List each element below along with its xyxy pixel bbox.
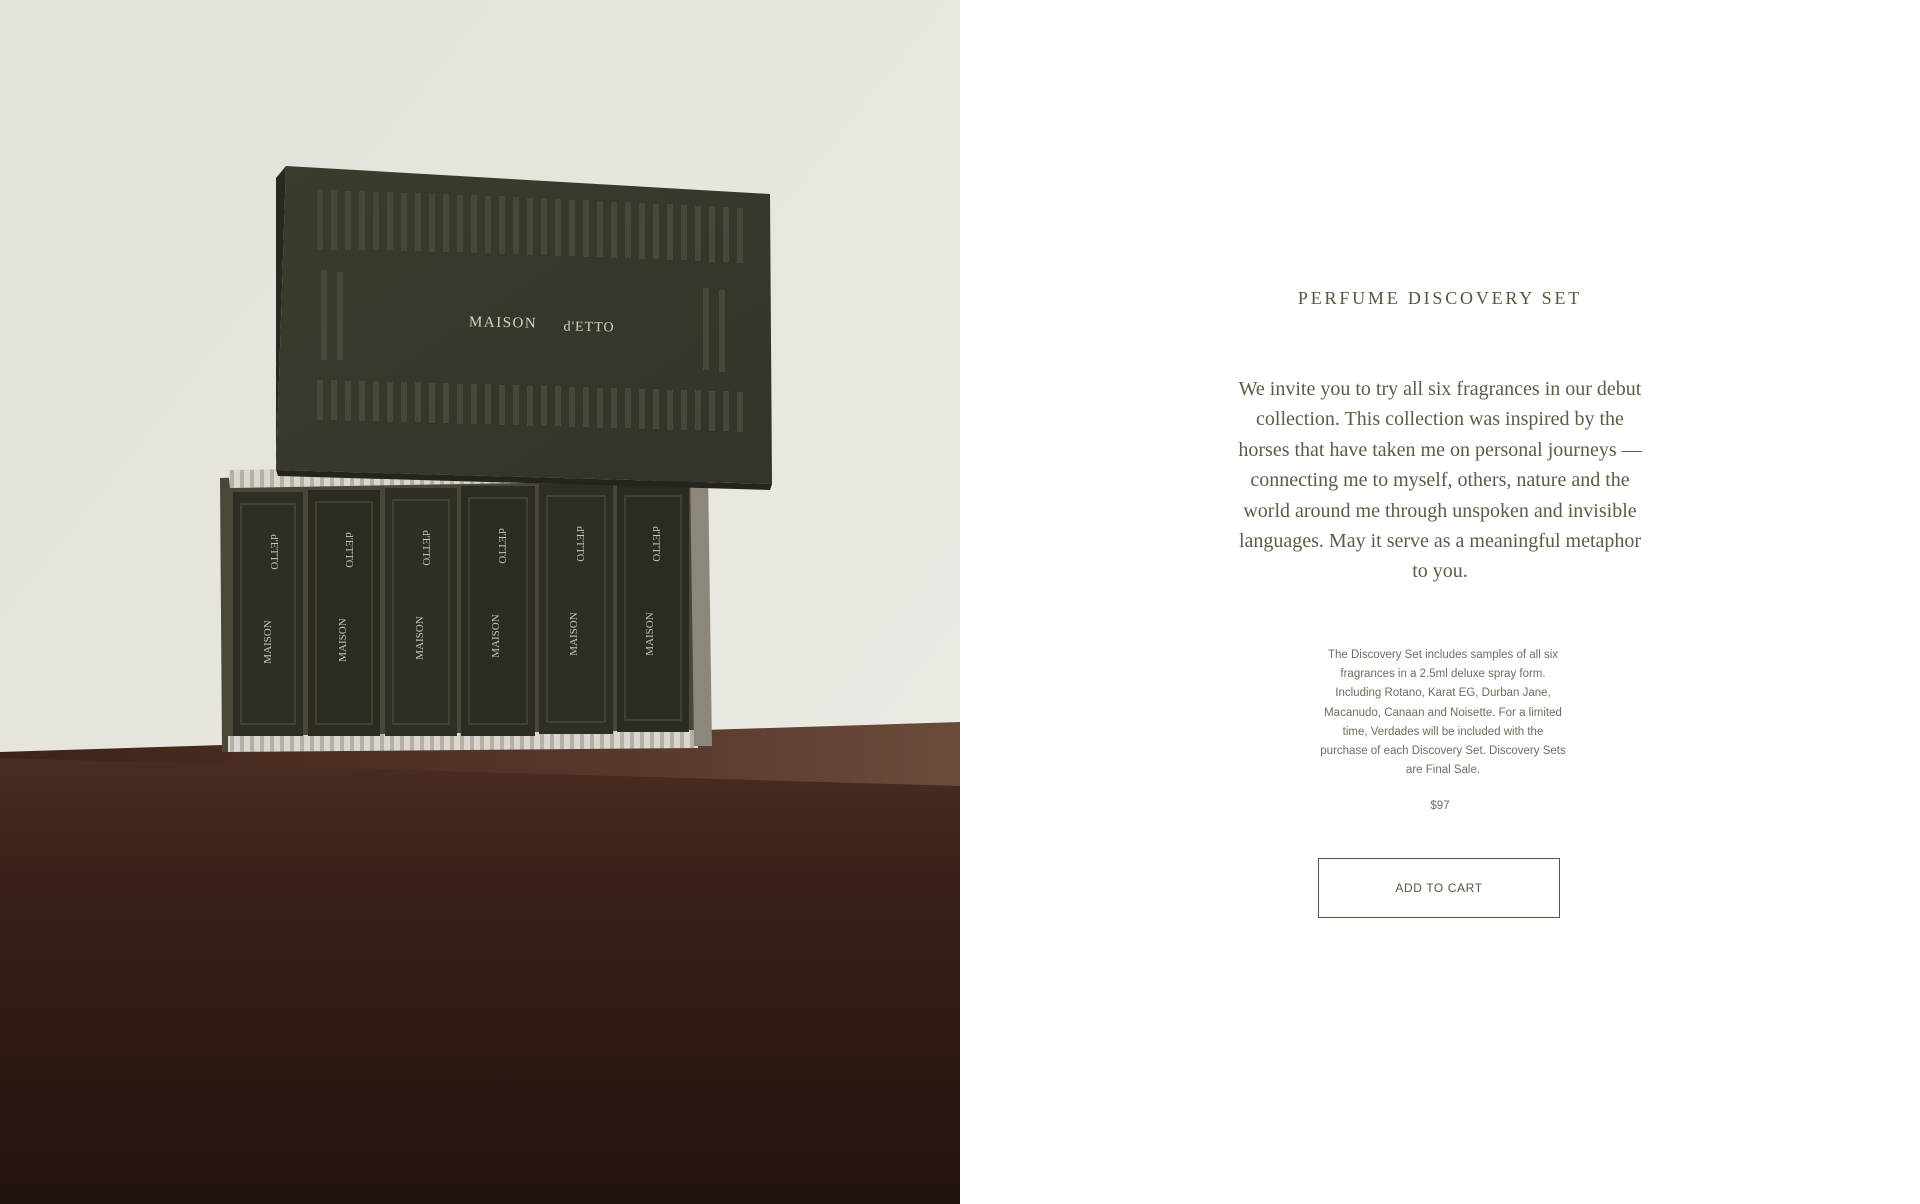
vial-brand-text: MAISON xyxy=(490,614,502,657)
vial-brand-text: MAISON xyxy=(337,618,349,661)
vial-brand-text: d'ETTO xyxy=(268,534,280,569)
vial-brand-text: MAISON xyxy=(644,612,656,655)
vial-brand-text: MAISON xyxy=(262,620,274,663)
vial-brand-text: MAISON xyxy=(568,612,580,655)
discovery-set-image: d'ETTO MAISON d'ETTO MAISON d'ETTO MAISO… xyxy=(0,0,960,1204)
product-page: d'ETTO MAISON d'ETTO MAISON d'ETTO MAISO… xyxy=(0,0,1920,1204)
product-photo: d'ETTO MAISON d'ETTO MAISON d'ETTO MAISO… xyxy=(0,0,960,1204)
vial-row: d'ETTO MAISON d'ETTO MAISON d'ETTO MAISO… xyxy=(233,484,689,736)
product-title: PERFUME DISCOVERY SET xyxy=(1297,288,1583,308)
vial-brand-text: d'ETTO xyxy=(343,532,355,567)
add-to-cart-button[interactable]: ADD TO CART xyxy=(1318,858,1560,918)
vial-brand-text: d'ETTO xyxy=(496,528,508,563)
product-price: $97 xyxy=(1430,800,1450,812)
vial-brand-text: MAISON xyxy=(414,616,426,659)
vial-brand-text: d'ETTO xyxy=(420,530,432,565)
product-info-panel: PERFUME DISCOVERY SET We invite you to t… xyxy=(960,0,1920,1204)
product-details: The Discovery Set includes samples of al… xyxy=(1320,649,1566,777)
vial-brand-text: d'ETTO xyxy=(650,526,662,561)
box-lid: MAISON d'ETTO xyxy=(276,166,772,490)
product-intro: We invite you to try all six fragrances … xyxy=(1238,378,1642,583)
lid-brand-right: d'ETTO xyxy=(563,319,614,335)
vial-brand-text: d'ETTO xyxy=(574,526,586,561)
lid-brand-left: MAISON xyxy=(469,314,538,331)
